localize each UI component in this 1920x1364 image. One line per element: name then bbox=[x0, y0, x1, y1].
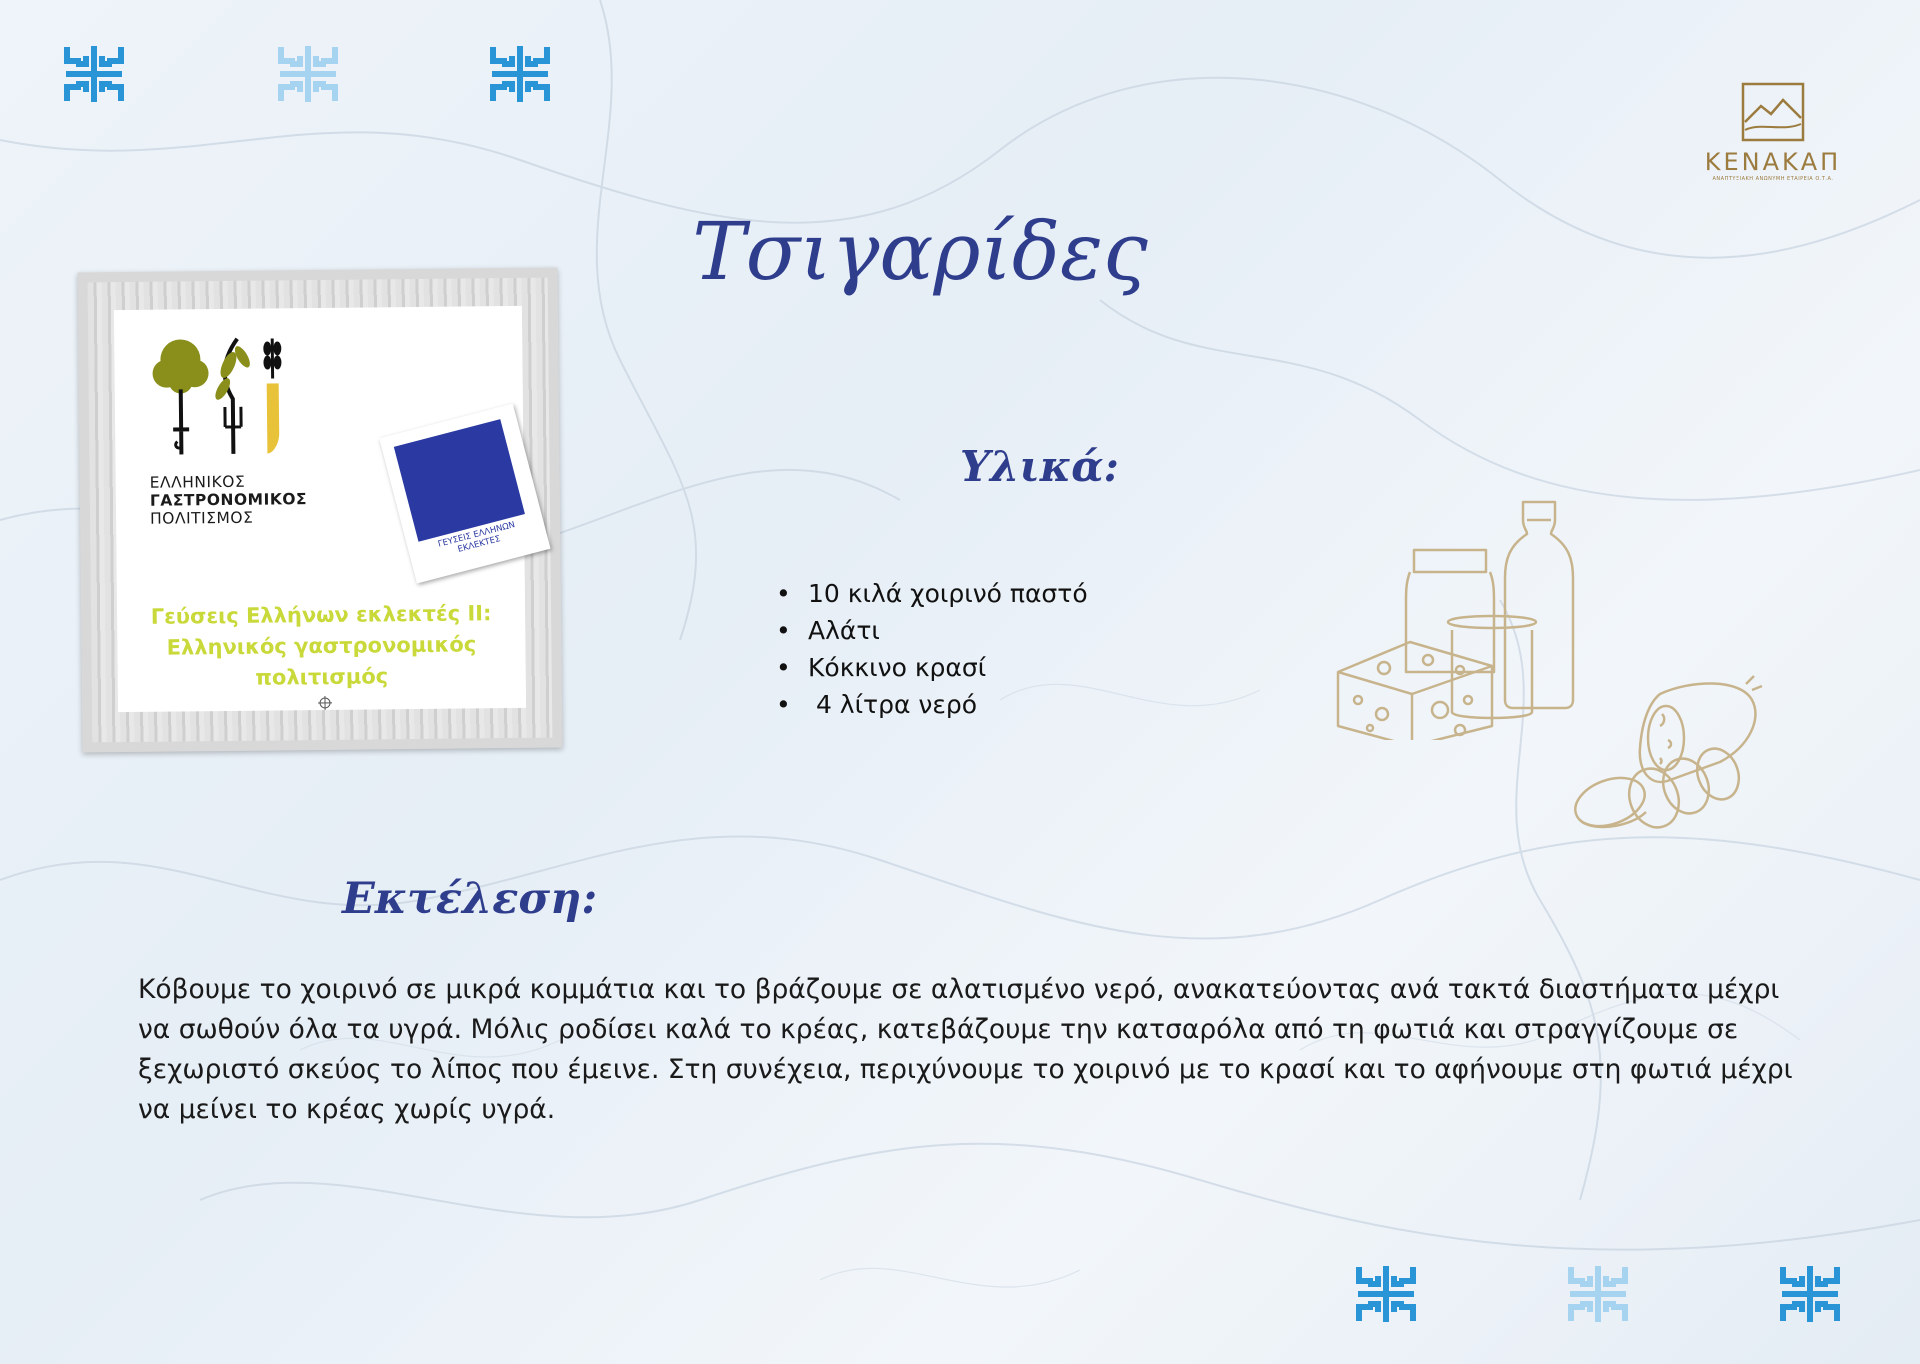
publisher-logo: ΚΕΝΑΚΑΠ ΑΝΑΠΤΥΞΙΑΚΗ ΑΝΩΝΥΜΗ ΕΤΑΙΡΕΙΑ Ο.Τ… bbox=[1688, 82, 1858, 192]
list-item: 10 κιλά χοιρινό παστό bbox=[776, 575, 1088, 612]
badge-org-line2: ΓΑΣΤΡΟΝΟΜΙΚΟΣ bbox=[149, 490, 308, 510]
greek-meander-icon bbox=[1356, 1264, 1416, 1324]
ingredients-list: 10 κιλά χοιρινό παστό Αλάτι Κόκκινο κρασ… bbox=[776, 575, 1088, 723]
badge-org-line1: ΕΛΛΗΝΙΚΟΣ bbox=[149, 472, 246, 492]
salami-icon bbox=[1574, 675, 1763, 829]
badge-series-line3: πολιτισμός bbox=[255, 664, 389, 690]
greek-meander-icon bbox=[64, 44, 124, 104]
publisher-subtitle: ΑΝΑΠΤΥΞΙΑΚΗ ΑΝΩΝΥΜΗ ΕΤΑΙΡΕΙΑ Ο.Τ.Α. bbox=[1712, 176, 1834, 182]
badge-series-title: Γεύσεις Ελλήνων εκλεκτές ΙΙ: Ελληνικός γ… bbox=[117, 598, 526, 695]
publisher-brand: ΚΕΝΑΚΑΠ bbox=[1704, 148, 1842, 176]
badge-org-line3: ΠΟΛΙΤΙΣΜΟΣ bbox=[149, 508, 254, 528]
list-item: Κόκκινο κρασί bbox=[776, 649, 1088, 686]
ingredients-heading: Υλικά: bbox=[960, 442, 1120, 491]
greek-meander-icon bbox=[278, 44, 338, 104]
badge-content: ΕΛΛΗΝΙΚΟΣ ΓΑΣΤΡΟΝΟΜΙΚΟΣ ΠΟΛΙΤΙΣΜΟΣ ΓΕΥΣΕ… bbox=[113, 305, 551, 713]
fig-olive-wheat-icon bbox=[152, 337, 282, 455]
badge-series-line1: Γεύσεις Ελλήνων εκλεκτές ΙΙ: bbox=[150, 601, 492, 629]
recipe-title: Τσιγαρίδες bbox=[692, 205, 1148, 298]
badge-org-name: ΕΛΛΗΝΙΚΟΣ ΓΑΣΤΡΟΝΟΜΙΚΟΣ ΠΟΛΙΤΙΣΜΟΣ bbox=[150, 472, 308, 528]
mountain-emblem-icon bbox=[1741, 82, 1805, 142]
list-item: Αλάτι bbox=[776, 612, 1088, 649]
method-text: Κόβουμε το χοιρινό σε μικρά κομμάτια και… bbox=[138, 974, 1793, 1125]
greek-meander-icon bbox=[490, 44, 550, 104]
greek-meander-icon bbox=[1568, 1264, 1628, 1324]
dairy-products-icon bbox=[1336, 500, 1575, 740]
greek-meander-icon bbox=[1780, 1264, 1840, 1324]
crosshair-icon bbox=[318, 695, 333, 710]
gastronomy-badge: ΕΛΛΗΝΙΚΟΣ ΓΑΣΤΡΟΝΟΜΙΚΟΣ ΠΟΛΙΤΙΣΜΟΣ ΓΕΥΣΕ… bbox=[77, 267, 563, 753]
list-item: 4 λίτρα νερό bbox=[776, 686, 1088, 723]
method-heading: Εκτέλεση: bbox=[342, 874, 598, 924]
badge-series-line2: Ελληνικός γαστρονομικός bbox=[166, 632, 477, 660]
